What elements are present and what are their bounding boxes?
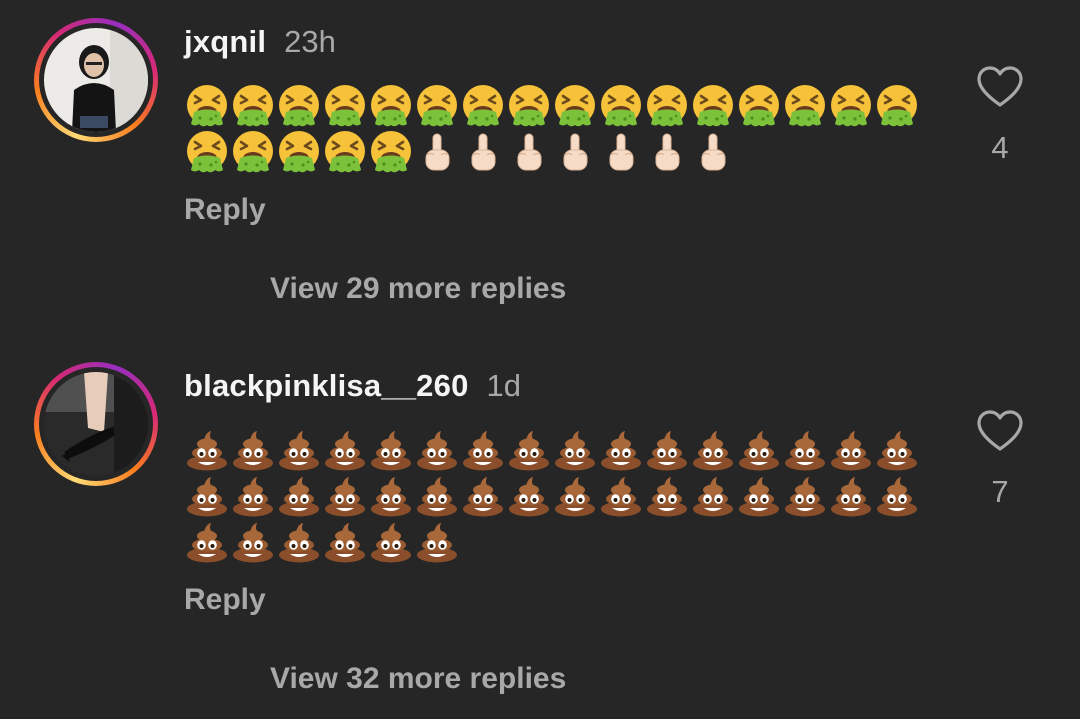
middle-finger-emoji <box>506 129 552 175</box>
pile-of-poo-emoji <box>506 473 552 519</box>
pile-of-poo-emoji <box>230 519 276 565</box>
pile-of-poo-emoji <box>184 519 230 565</box>
pile-of-poo-emoji <box>414 427 460 473</box>
pile-of-poo-emoji <box>276 427 322 473</box>
pile-of-poo-emoji <box>874 473 920 519</box>
avatar <box>44 28 148 132</box>
middle-finger-emoji <box>460 129 506 175</box>
avatar-ring-gap <box>39 367 153 481</box>
timestamp: 23h <box>284 24 336 59</box>
vomiting-face-emoji <box>184 129 230 175</box>
pile-of-poo-emoji <box>782 473 828 519</box>
pile-of-poo-emoji <box>230 473 276 519</box>
comment-text <box>184 473 920 519</box>
pile-of-poo-emoji <box>184 473 230 519</box>
vomiting-face-emoji <box>368 83 414 129</box>
pile-of-poo-emoji <box>552 473 598 519</box>
pile-of-poo-emoji <box>276 519 322 565</box>
vomiting-face-emoji <box>552 83 598 129</box>
vomiting-face-emoji <box>736 83 782 129</box>
pile-of-poo-emoji <box>782 427 828 473</box>
vomiting-face-emoji <box>414 83 460 129</box>
pile-of-poo-emoji <box>414 519 460 565</box>
comment-text <box>184 129 736 175</box>
vomiting-face-emoji <box>506 83 552 129</box>
avatar-story-ring[interactable] <box>34 18 158 142</box>
pile-of-poo-emoji <box>368 427 414 473</box>
vomiting-face-emoji <box>598 83 644 129</box>
vomiting-face-emoji <box>690 83 736 129</box>
like-count: 7 <box>991 474 1009 509</box>
vomiting-face-emoji <box>322 83 368 129</box>
comment-text <box>184 83 920 129</box>
avatar-ring-gap <box>39 23 153 137</box>
pile-of-poo-emoji <box>460 427 506 473</box>
view-more-replies-button[interactable]: View 32 more replies <box>270 662 566 696</box>
like-control: 7 <box>970 410 1030 510</box>
vomiting-face-emoji <box>782 83 828 129</box>
pile-of-poo-emoji <box>506 427 552 473</box>
pile-of-poo-emoji <box>322 519 368 565</box>
vomiting-face-emoji <box>644 83 690 129</box>
timestamp: 1d <box>486 368 521 403</box>
middle-finger-emoji <box>552 129 598 175</box>
heart-outline-icon[interactable] <box>976 410 1024 452</box>
pile-of-poo-emoji <box>598 473 644 519</box>
pile-of-poo-emoji <box>644 427 690 473</box>
reply-button[interactable]: Reply <box>184 583 266 617</box>
username[interactable]: blackpinklisa__260 <box>184 368 469 403</box>
middle-finger-emoji <box>644 129 690 175</box>
avatar <box>44 372 148 476</box>
pile-of-poo-emoji <box>322 473 368 519</box>
middle-finger-emoji <box>690 129 736 175</box>
pile-of-poo-emoji <box>690 427 736 473</box>
vomiting-face-emoji <box>230 83 276 129</box>
vomiting-face-emoji <box>184 83 230 129</box>
heart-outline-icon[interactable] <box>976 66 1024 108</box>
reply-button[interactable]: Reply <box>184 193 266 227</box>
vomiting-face-emoji <box>322 129 368 175</box>
avatar-story-ring[interactable] <box>34 362 158 486</box>
pile-of-poo-emoji <box>736 473 782 519</box>
pile-of-poo-emoji <box>368 519 414 565</box>
middle-finger-emoji <box>598 129 644 175</box>
comment-text <box>184 519 460 565</box>
pile-of-poo-emoji <box>552 427 598 473</box>
vomiting-face-emoji <box>276 83 322 129</box>
vomiting-face-emoji <box>230 129 276 175</box>
comment-text <box>184 427 920 473</box>
pile-of-poo-emoji <box>230 427 276 473</box>
pile-of-poo-emoji <box>690 473 736 519</box>
like-control: 4 <box>970 66 1030 166</box>
vomiting-face-emoji <box>828 83 874 129</box>
pile-of-poo-emoji <box>644 473 690 519</box>
pile-of-poo-emoji <box>184 427 230 473</box>
pile-of-poo-emoji <box>322 427 368 473</box>
pile-of-poo-emoji <box>874 427 920 473</box>
comment-header: jxqnil 23h <box>184 24 336 60</box>
pile-of-poo-emoji <box>828 473 874 519</box>
pile-of-poo-emoji <box>368 473 414 519</box>
comment-header: blackpinklisa__260 1d <box>184 368 521 404</box>
vomiting-face-emoji <box>276 129 322 175</box>
like-count: 4 <box>991 130 1009 165</box>
vomiting-face-emoji <box>368 129 414 175</box>
vomiting-face-emoji <box>874 83 920 129</box>
middle-finger-emoji <box>414 129 460 175</box>
pile-of-poo-emoji <box>736 427 782 473</box>
username[interactable]: jxqnil <box>184 24 266 59</box>
pile-of-poo-emoji <box>828 427 874 473</box>
pile-of-poo-emoji <box>598 427 644 473</box>
pile-of-poo-emoji <box>414 473 460 519</box>
pile-of-poo-emoji <box>276 473 322 519</box>
pile-of-poo-emoji <box>460 473 506 519</box>
vomiting-face-emoji <box>460 83 506 129</box>
view-more-replies-button[interactable]: View 29 more replies <box>270 272 566 306</box>
